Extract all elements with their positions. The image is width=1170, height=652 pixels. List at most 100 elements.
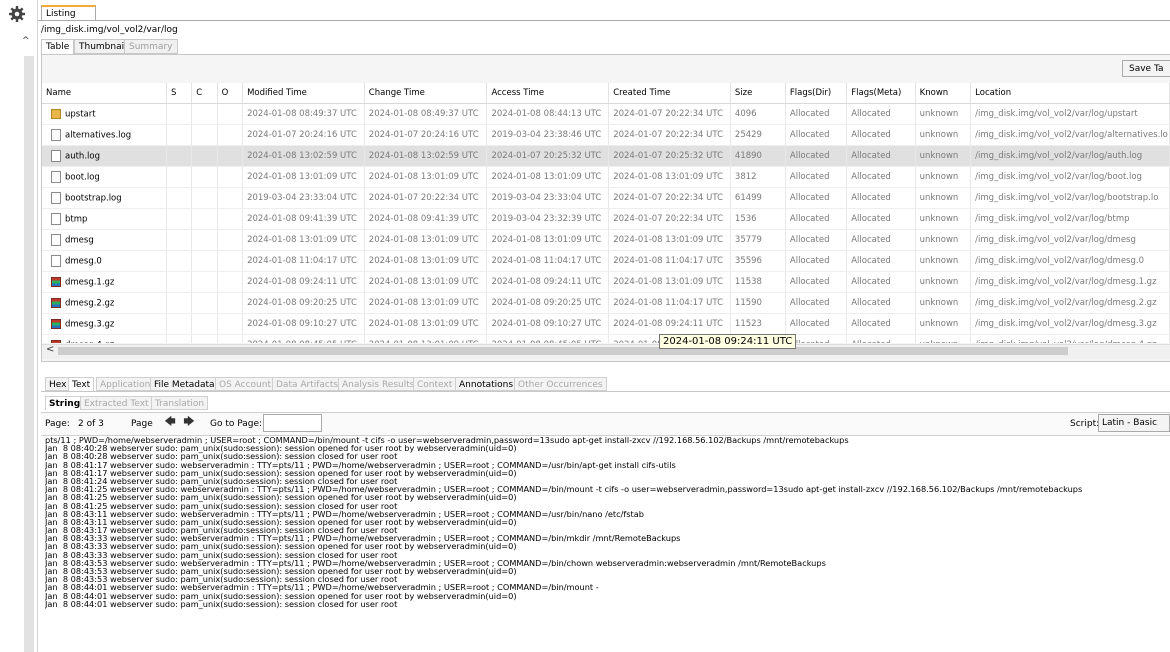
table-row[interactable]: btmp 2024-01-08 09:41:39 UTC 2024-01-08 09… <box>42 208 1170 230</box>
table-row[interactable]: upstart 2024-01-08 08:49:37 UTC 2024-01-08… <box>42 103 1170 125</box>
cell-chg: 2024-01-08 08:49:37 UTC <box>364 103 488 125</box>
column-header[interactable]: Location <box>970 83 1170 104</box>
log-line: Jan 8 08:44:01 webserver sudo: pam_unix(… <box>45 598 398 609</box>
file-icon <box>51 213 61 225</box>
cell-size: 41890 <box>730 145 786 167</box>
column-header[interactable]: Flags(Dir) <box>785 83 848 104</box>
cell-s <box>166 124 193 146</box>
cell-known: unknown <box>915 271 972 293</box>
file-icon <box>51 150 61 162</box>
next-page-button[interactable]: 🡆 <box>181 414 197 430</box>
cell-c <box>191 187 218 209</box>
cell-fmeta: Allocated <box>846 313 916 335</box>
table-row[interactable]: dmesg 2024-01-08 13:01:09 UTC 2024-01-08 1… <box>42 229 1170 251</box>
cell-s <box>166 271 193 293</box>
tab-text[interactable]: Text <box>68 377 95 391</box>
cell-loc: /img_disk.img/vol_vol2/var/log/dmesg <box>970 229 1170 251</box>
goto-page-input[interactable] <box>263 414 322 432</box>
cell-fdir: Allocated <box>785 208 848 230</box>
column-header[interactable]: Known <box>915 83 972 104</box>
file-name: dmesg.1.gz <box>65 277 115 288</box>
tooltip: 2024-01-08 09:24:11 UTC <box>659 334 797 349</box>
prev-page-button[interactable]: 🡄 <box>162 414 178 430</box>
cell-fmeta: Allocated <box>846 334 916 343</box>
tab-hex[interactable]: Hex <box>45 377 71 391</box>
tab-file-metadata[interactable]: File Metadata <box>150 377 219 391</box>
file-icon <box>51 171 61 183</box>
file-name-cell: dmesg <box>42 229 167 251</box>
tab-annotations[interactable]: Annotations <box>455 377 518 391</box>
column-header[interactable]: Size <box>730 83 786 104</box>
page-nav-label: Page <box>131 419 153 429</box>
cell-crt: 2024-01-08 13:01:09 UTC <box>608 271 731 293</box>
table-row[interactable]: dmesg.0 2024-01-08 11:04:17 UTC 2024-01-08… <box>42 250 1170 272</box>
cell-o <box>217 103 244 125</box>
cell-size: 1536 <box>730 208 786 230</box>
cell-acc: 2024-01-08 09:10:27 UTC <box>486 313 610 335</box>
cell-crt: 2024-01-08 11:04:17 UTC <box>608 250 731 272</box>
column-header[interactable]: O <box>217 83 244 104</box>
cell-mod: 2024-01-08 13:01:09 UTC <box>242 229 365 251</box>
file-icon <box>51 255 61 267</box>
left-scrollbar[interactable] <box>24 56 34 652</box>
cell-known: unknown <box>915 334 972 343</box>
table-row[interactable]: alternatives.log 2024-01-07 20:24:16 UTC 2… <box>42 124 1170 146</box>
scrollbar-thumb[interactable] <box>58 347 1068 355</box>
tab-table[interactable]: Table <box>41 39 75 54</box>
cell-c <box>191 313 218 335</box>
table-row[interactable]: dmesg.4.gz2024-01-08 08:45:05 UTC2024-01… <box>42 334 1170 343</box>
column-header[interactable]: Modified Time <box>242 83 365 104</box>
table-row[interactable]: boot.log 2024-01-08 13:01:09 UTC 2024-01-0… <box>42 166 1170 188</box>
column-header[interactable]: Flags(Meta) <box>846 83 916 104</box>
cell-acc: 2024-01-08 09:24:11 UTC <box>486 271 610 293</box>
table-row[interactable]: dmesg.3.gz 2024-01-08 09:10:27 UTC 2024-01… <box>42 313 1170 335</box>
table-row[interactable]: auth.log 2024-01-08 13:02:59 UTC 2024-01-0… <box>42 145 1170 167</box>
table-row[interactable]: dmesg.2.gz 2024-01-08 09:20:25 UTC 2024-01… <box>42 292 1170 314</box>
cell-fdir: Allocated <box>785 124 848 146</box>
cell-fdir: Allocated <box>785 166 848 188</box>
archive-icon <box>51 297 61 308</box>
chevron-up-icon[interactable]: ^ <box>22 36 30 46</box>
column-header[interactable]: S <box>166 83 193 104</box>
table-row[interactable]: bootstrap.log 2019-03-04 23:33:04 UTC 2024… <box>42 187 1170 209</box>
tab-data-artifacts: Data Artifacts <box>272 377 343 391</box>
column-header[interactable]: Name <box>42 83 167 104</box>
table-row[interactable]: dmesg.1.gz 2024-01-08 09:24:11 UTC 2024-01… <box>42 271 1170 293</box>
cell-crt: 2024-01-07 20:22:34 UTC <box>608 208 731 230</box>
tab-thumbnail[interactable]: Thumbnail <box>74 39 132 54</box>
strings-text-area[interactable]: pts/11 ; PWD=/home/webserveradmin ; USER… <box>45 436 1170 652</box>
cell-loc: /img_disk.img/vol_vol2/var/log/bootstrap… <box>970 187 1170 209</box>
cell-o <box>217 229 244 251</box>
cell-mod: 2024-01-08 08:45:05 UTC <box>242 334 365 343</box>
cell-s <box>166 334 193 343</box>
cell-c <box>191 250 218 272</box>
script-select[interactable]: Latin - Basic <box>1098 414 1170 432</box>
cell-crt: 2024-01-08 11:04:17 UTC <box>608 292 731 314</box>
cell-fdir: Allocated <box>785 271 848 293</box>
scroll-left-icon[interactable]: < <box>46 344 54 355</box>
cell-size: 25429 <box>730 124 786 146</box>
cell-loc: /img_disk.img/vol_vol2/var/log/btmp <box>970 208 1170 230</box>
file-name-cell: dmesg.2.gz <box>42 292 167 314</box>
file-name-cell: upstart <box>42 103 167 125</box>
tab-listing[interactable]: Listing <box>41 5 96 20</box>
cell-loc: /img_disk.img/vol_vol2/var/log/dmesg.0 <box>970 250 1170 272</box>
cell-mod: 2024-01-08 09:20:25 UTC <box>242 292 365 314</box>
file-table[interactable]: Name S C O Modified Time Change Time Access Ti… <box>42 83 1170 343</box>
cell-s <box>166 166 193 188</box>
cell-acc: 2024-01-08 08:45:05 UTC <box>486 334 610 343</box>
column-header[interactable]: Change Time <box>364 83 488 104</box>
cell-acc: 2024-01-08 13:01:09 UTC <box>486 166 610 188</box>
cell-s <box>166 250 193 272</box>
cell-crt: 2024-01-08 13:01:09 UTC <box>608 166 731 188</box>
column-header[interactable]: C <box>191 83 218 104</box>
cell-acc: 2024-01-07 20:25:32 UTC <box>486 145 610 167</box>
column-header[interactable]: Access Time <box>486 83 610 104</box>
divider <box>41 391 1170 392</box>
cell-size: 35779 <box>730 229 786 251</box>
save-table-button[interactable]: Save Ta <box>1122 60 1170 77</box>
cell-acc: 2024-01-08 13:01:09 UTC <box>486 229 610 251</box>
gear-icon[interactable] <box>8 5 26 23</box>
cell-fmeta: Allocated <box>846 250 916 272</box>
column-header[interactable]: Created Time <box>608 83 731 104</box>
